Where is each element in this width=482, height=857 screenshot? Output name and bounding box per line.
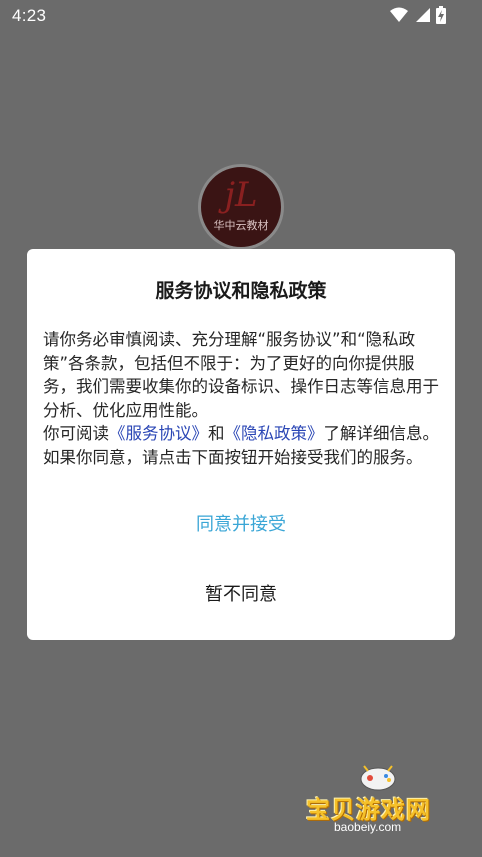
dialog-paragraph-2: 你可阅读《服务协议》和《隐私政策》了解详细信息。如果你同意，请点击下面按钮开始接…	[43, 422, 443, 469]
watermark: 宝贝游戏网 baobeiy.com	[300, 762, 460, 852]
paragraph-2-and: 和	[208, 424, 225, 443]
dialog-title: 服务协议和隐私政策	[155, 280, 327, 302]
paragraph-2-prefix: 你可阅读	[43, 424, 109, 443]
status-time: 4:23	[12, 6, 47, 25]
logo-glyph: jL	[224, 175, 258, 215]
screen: 4:23 jL 华中云教材 服务协议和隐私政策 请你务必审慎阅读、充分理解“服务…	[0, 0, 482, 857]
signal-icon	[414, 7, 430, 23]
service-agreement-link[interactable]: 《服务协议》	[109, 424, 208, 443]
app-logo: jL 华中云教材	[198, 164, 284, 250]
status-bar: 4:23	[0, 0, 482, 34]
battery-charging-icon	[436, 6, 446, 24]
status-icons	[390, 6, 446, 24]
wifi-icon	[390, 7, 408, 23]
privacy-policy-link[interactable]: 《隐私政策》	[225, 424, 324, 443]
dialog-paragraph-1: 请你务必审慎阅读、充分理解“服务协议”和“隐私政策”各条款，包括但不限于：为了更…	[43, 330, 439, 420]
decline-button[interactable]: 暂不同意	[27, 575, 455, 615]
privacy-dialog: 服务协议和隐私政策 请你务必审慎阅读、充分理解“服务协议”和“隐私政策”各条款，…	[27, 249, 455, 640]
logo-text: 华中云教材	[213, 219, 269, 232]
accept-button[interactable]: 同意并接受	[27, 505, 455, 545]
dialog-body: 请你务必审慎阅读、充分理解“服务协议”和“隐私政策”各条款，包括但不限于：为了更…	[43, 328, 443, 469]
watermark-url: baobeiy.com	[334, 820, 402, 834]
